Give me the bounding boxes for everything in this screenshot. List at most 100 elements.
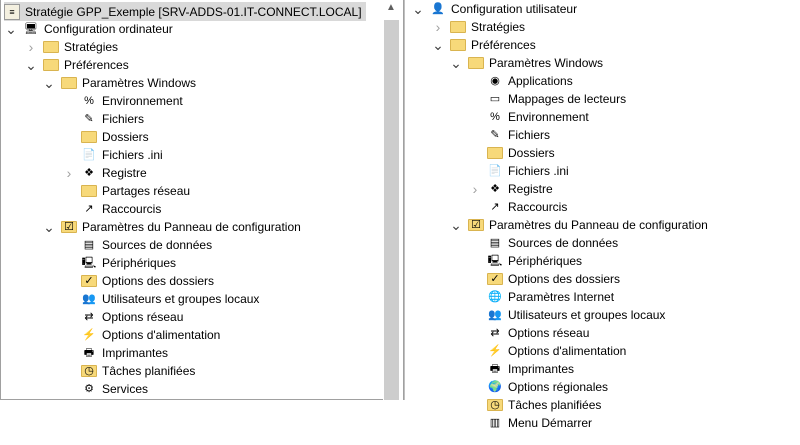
tree-item[interactable]: Dossiers bbox=[63, 128, 149, 146]
tree-item-label: Paramètres du Panneau de configuration bbox=[82, 220, 301, 234]
tree-item[interactable]: › ❖ Registre bbox=[469, 180, 553, 198]
chevron-down-icon[interactable]: ⌄ bbox=[5, 22, 17, 36]
tree-item[interactable]: ⌄ ☑ Paramètres du Panneau de configuration bbox=[43, 218, 301, 236]
tree-item[interactable]: ⌄ 🖥 Configuration ordinateur bbox=[5, 20, 173, 38]
tree-item[interactable]: Dossiers bbox=[469, 144, 555, 162]
environment-icon: % bbox=[84, 95, 94, 107]
chevron-right-icon[interactable]: › bbox=[469, 180, 481, 198]
tree-item[interactable]: 🖶 Imprimantes bbox=[63, 344, 168, 362]
tree-item[interactable]: % Environnement bbox=[469, 108, 589, 126]
tree-item[interactable]: ◉ Applications bbox=[469, 72, 573, 90]
tree-item[interactable]: 👥 Utilisateurs et groupes locaux bbox=[469, 306, 665, 324]
chevron-right-icon[interactable]: › bbox=[63, 164, 75, 182]
local-users-icon: 👥 bbox=[82, 293, 96, 305]
applications-icon: ◉ bbox=[490, 75, 500, 87]
chevron-down-icon[interactable]: ⌄ bbox=[450, 218, 462, 232]
tree-item-label: Périphériques bbox=[102, 256, 177, 270]
tree-item-label: Imprimantes bbox=[102, 346, 169, 360]
registry-icon: ❖ bbox=[490, 183, 500, 195]
tree-item[interactable]: ✎ Fichiers bbox=[63, 110, 144, 128]
tree-item[interactable]: ⇄ Options réseau bbox=[63, 308, 183, 326]
tree-item-label: Périphériques bbox=[508, 254, 583, 268]
tree-item[interactable]: ▭ Mappages de lecteurs bbox=[469, 90, 626, 108]
tree-item[interactable]: 🖳 Périphériques bbox=[469, 252, 582, 270]
tree-item[interactable]: ✎ Fichiers bbox=[469, 126, 550, 144]
tree-item[interactable]: ⌄ 👤 Configuration utilisateur bbox=[412, 0, 577, 18]
scroll-up-arrow-icon[interactable]: ▲ bbox=[383, 2, 399, 18]
scrollbar-thumb[interactable] bbox=[384, 20, 399, 400]
tree-item[interactable]: ⌄ Préférences bbox=[25, 56, 129, 74]
vertical-scrollbar[interactable]: ▲ bbox=[383, 0, 399, 400]
tree-item[interactable]: ▤ Sources de données bbox=[469, 234, 618, 252]
tree-item[interactable]: % Environnement bbox=[63, 92, 183, 110]
tree-item[interactable]: ↗ Raccourcis bbox=[63, 200, 161, 218]
pane-divider[interactable] bbox=[403, 0, 405, 400]
tree-item[interactable]: ◷ Tâches planifiées bbox=[63, 362, 195, 380]
tree-item-label: Options d'alimentation bbox=[508, 344, 627, 358]
tree-item[interactable]: 🖶 Imprimantes bbox=[469, 360, 574, 378]
ini-file-icon: 📄 bbox=[488, 165, 502, 177]
tree-item[interactable]: Partages réseau bbox=[63, 182, 190, 200]
tree-item-label: Dossiers bbox=[102, 130, 149, 144]
folder-icon bbox=[61, 77, 77, 89]
tree-item[interactable]: ⚡ Options d'alimentation bbox=[469, 342, 626, 360]
registry-icon: ❖ bbox=[84, 167, 94, 179]
printer-icon: 🖶 bbox=[83, 347, 95, 359]
tree-item[interactable]: 🖳 Périphériques bbox=[63, 254, 176, 272]
tree-item[interactable]: 🌍 Options régionales bbox=[469, 378, 608, 396]
tree-item[interactable]: ⇄ Options réseau bbox=[469, 324, 589, 342]
folder-icon bbox=[43, 41, 59, 53]
folders-icon bbox=[81, 131, 97, 143]
tree-item-label: Stratégies bbox=[471, 20, 526, 34]
chevron-down-icon[interactable]: ⌄ bbox=[450, 56, 462, 70]
tree-item[interactable]: ✓ Options des dossiers bbox=[469, 270, 620, 288]
tree-item[interactable]: ↗ Raccourcis bbox=[469, 198, 567, 216]
chevron-down-icon[interactable]: ⌄ bbox=[25, 58, 37, 72]
tree-item-label: Sources de données bbox=[102, 238, 213, 252]
tree-item[interactable]: 📄 Fichiers .ini bbox=[469, 162, 569, 180]
tree-item[interactable]: › ❖ Registre bbox=[63, 164, 147, 182]
tree-item-label: Sources de données bbox=[508, 236, 619, 250]
tree-item-label: Utilisateurs et groupes locaux bbox=[102, 292, 260, 306]
tree-item-label: Paramètres Windows bbox=[489, 56, 604, 70]
services-icon: ⚙ bbox=[84, 383, 94, 395]
tree-item-label: Configuration ordinateur bbox=[44, 22, 173, 36]
start-menu-icon: ▥ bbox=[489, 417, 501, 429]
chevron-right-icon[interactable]: › bbox=[432, 18, 444, 36]
tree-item[interactable]: ▥ Menu Démarrer bbox=[469, 414, 592, 432]
tree-item[interactable]: ◷ Tâches planifiées bbox=[469, 396, 601, 414]
tree-item[interactable]: › Stratégies bbox=[432, 18, 525, 36]
tree-item-label: Tâches planifiées bbox=[102, 364, 196, 378]
tree-item[interactable]: › Stratégies bbox=[25, 38, 118, 56]
chevron-down-icon[interactable]: ⌄ bbox=[43, 220, 55, 234]
tree-item[interactable]: 📄 Fichiers .ini bbox=[63, 146, 163, 164]
tree-item[interactable]: ▤ Sources de données bbox=[63, 236, 212, 254]
tree-item-label: Préférences bbox=[471, 38, 536, 52]
folders-icon bbox=[487, 147, 503, 159]
tree-item[interactable]: ⌄ Préférences bbox=[432, 36, 536, 54]
policy-document-icon: ≡ bbox=[4, 3, 20, 20]
gpo-title-row[interactable]: ≡ Stratégie GPP_Exemple [SRV-ADDS-01.IT-… bbox=[4, 2, 366, 21]
tree-item-label: Fichiers bbox=[508, 128, 551, 142]
tree-item[interactable]: ✓ Options des dossiers bbox=[63, 272, 214, 290]
chevron-down-icon[interactable]: ⌄ bbox=[43, 76, 55, 90]
tree-item[interactable]: ⚡ Options d'alimentation bbox=[63, 326, 220, 344]
chevron-right-icon[interactable]: › bbox=[25, 38, 37, 56]
scheduled-tasks-icon: ◷ bbox=[81, 365, 97, 377]
tree-item-label: Raccourcis bbox=[102, 202, 162, 216]
tree-item[interactable]: ⚙ Services bbox=[63, 380, 148, 398]
tree-item-label: Options des dossiers bbox=[102, 274, 215, 288]
tree-item[interactable]: 👥 Utilisateurs et groupes locaux bbox=[63, 290, 259, 308]
tree-item[interactable]: ⌄ Paramètres Windows bbox=[43, 74, 196, 92]
left-tree-panel: ≡ Stratégie GPP_Exemple [SRV-ADDS-01.IT-… bbox=[0, 0, 399, 400]
folder-options-icon: ✓ bbox=[81, 275, 97, 287]
tree-item[interactable]: ⌄ Paramètres Windows bbox=[450, 54, 603, 72]
tree-item-label: Environnement bbox=[508, 110, 589, 124]
chevron-down-icon[interactable]: ⌄ bbox=[432, 38, 444, 52]
tree-item[interactable]: 🌐 Paramètres Internet bbox=[469, 288, 614, 306]
tree-item-label: Menu Démarrer bbox=[508, 416, 593, 430]
tree-item-label: Options réseau bbox=[102, 310, 184, 324]
chevron-down-icon[interactable]: ⌄ bbox=[412, 2, 424, 16]
tree-item-label: Registre bbox=[102, 166, 147, 180]
tree-item[interactable]: ⌄ ☑ Paramètres du Panneau de configuration bbox=[450, 216, 708, 234]
